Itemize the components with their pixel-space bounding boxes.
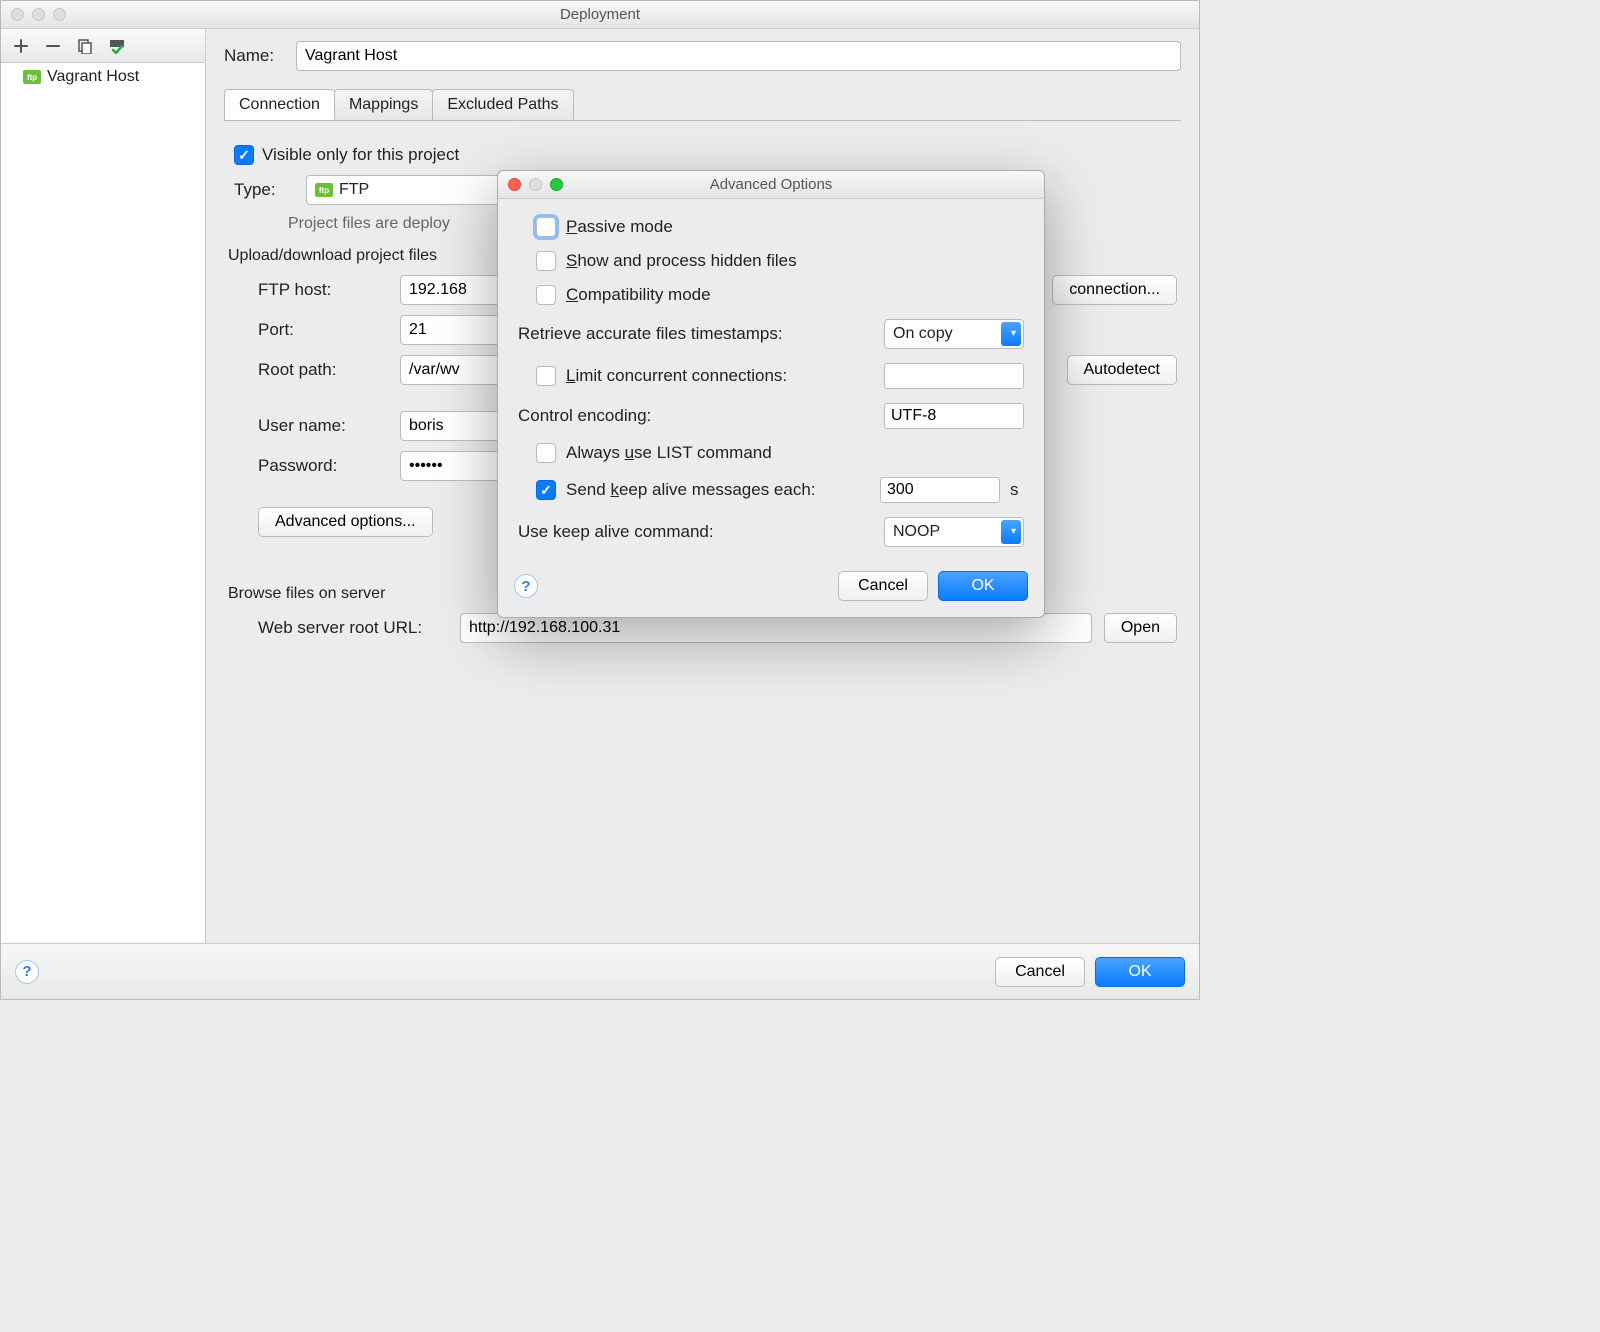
keepalive-input[interactable]	[880, 477, 1000, 503]
tab-mappings[interactable]: Mappings	[334, 89, 433, 120]
timestamps-label: Retrieve accurate files timestamps:	[518, 324, 874, 344]
sidebar: ftp Vagrant Host	[1, 29, 206, 943]
keepalive-suffix: s	[1010, 480, 1024, 500]
ftp-icon: ftp	[23, 70, 41, 84]
remove-icon[interactable]	[43, 36, 63, 56]
port-input[interactable]	[400, 315, 500, 345]
cancel-button[interactable]: Cancel	[838, 571, 928, 601]
password-label: Password:	[228, 456, 388, 476]
timestamps-select[interactable]: On copy ▾	[884, 319, 1024, 349]
type-select[interactable]: ftp FTP ▾	[306, 175, 526, 205]
add-icon[interactable]	[11, 36, 31, 56]
show-hidden-label: Show and process hidden files	[566, 251, 797, 271]
username-input[interactable]	[400, 411, 500, 441]
help-icon[interactable]: ?	[514, 574, 538, 598]
web-url-label: Web server root URL:	[228, 618, 448, 638]
limit-conn-input[interactable]	[884, 363, 1024, 389]
sidebar-item-label: Vagrant Host	[47, 68, 139, 86]
copy-icon[interactable]	[75, 36, 95, 56]
visible-only-label: Visible only for this project	[262, 145, 459, 165]
compat-mode-label: Compatibility mode	[566, 285, 711, 305]
type-label: Type:	[234, 180, 294, 200]
ok-button[interactable]: OK	[1095, 957, 1185, 987]
username-label: User name:	[228, 416, 388, 436]
open-button[interactable]: Open	[1104, 613, 1177, 643]
show-hidden-checkbox[interactable]	[536, 251, 556, 271]
passive-mode-checkbox[interactable]	[536, 217, 556, 237]
autodetect-button[interactable]: Autodetect	[1067, 355, 1178, 385]
ftp-icon: ftp	[315, 183, 333, 197]
ftp-host-input[interactable]	[400, 275, 500, 305]
timestamps-value: On copy	[893, 325, 953, 343]
keepalive-label: Send keep alive messages each:	[566, 480, 870, 500]
footer: ? Cancel OK	[1, 943, 1199, 999]
encoding-label: Control encoding:	[518, 406, 874, 426]
password-input[interactable]	[400, 451, 500, 481]
tab-excluded-paths[interactable]: Excluded Paths	[432, 89, 573, 120]
sidebar-item-vagrant-host[interactable]: ftp Vagrant Host	[1, 65, 205, 89]
keepalive-cmd-label: Use keep alive command:	[518, 522, 874, 542]
dialog-title: Advanced Options	[498, 176, 1044, 193]
ok-button[interactable]: OK	[938, 571, 1028, 601]
sidebar-toolbar	[1, 29, 205, 63]
keepalive-cmd-value: NOOP	[893, 523, 940, 541]
port-label: Port:	[228, 320, 388, 340]
compat-mode-checkbox[interactable]	[536, 285, 556, 305]
help-icon[interactable]: ?	[15, 960, 39, 984]
advanced-options-dialog: Advanced Options Passive mode Show and p…	[497, 170, 1045, 618]
root-path-input[interactable]	[400, 355, 500, 385]
limit-conn-label: Limit concurrent connections:	[566, 366, 874, 386]
check-icon[interactable]	[107, 36, 127, 56]
cancel-button[interactable]: Cancel	[995, 957, 1085, 987]
name-input[interactable]	[296, 41, 1181, 71]
keepalive-checkbox[interactable]	[536, 480, 556, 500]
name-label: Name:	[224, 46, 284, 66]
titlebar: Deployment	[1, 1, 1199, 29]
use-list-checkbox[interactable]	[536, 443, 556, 463]
ftp-host-label: FTP host:	[228, 280, 388, 300]
encoding-input[interactable]	[884, 403, 1024, 429]
root-path-label: Root path:	[228, 360, 388, 380]
keepalive-cmd-select[interactable]: NOOP ▾	[884, 517, 1024, 547]
advanced-options-button[interactable]: Advanced options...	[258, 507, 433, 537]
window-title: Deployment	[1, 6, 1199, 23]
type-value: FTP	[339, 181, 369, 199]
tabs: Connection Mappings Excluded Paths	[224, 89, 1181, 121]
test-connection-button[interactable]: connection...	[1052, 275, 1177, 305]
use-list-label: Always use LIST command	[566, 443, 772, 463]
limit-conn-checkbox[interactable]	[536, 366, 556, 386]
visible-only-checkbox[interactable]	[234, 145, 254, 165]
tab-connection[interactable]: Connection	[224, 89, 335, 120]
passive-mode-label: Passive mode	[566, 217, 673, 237]
